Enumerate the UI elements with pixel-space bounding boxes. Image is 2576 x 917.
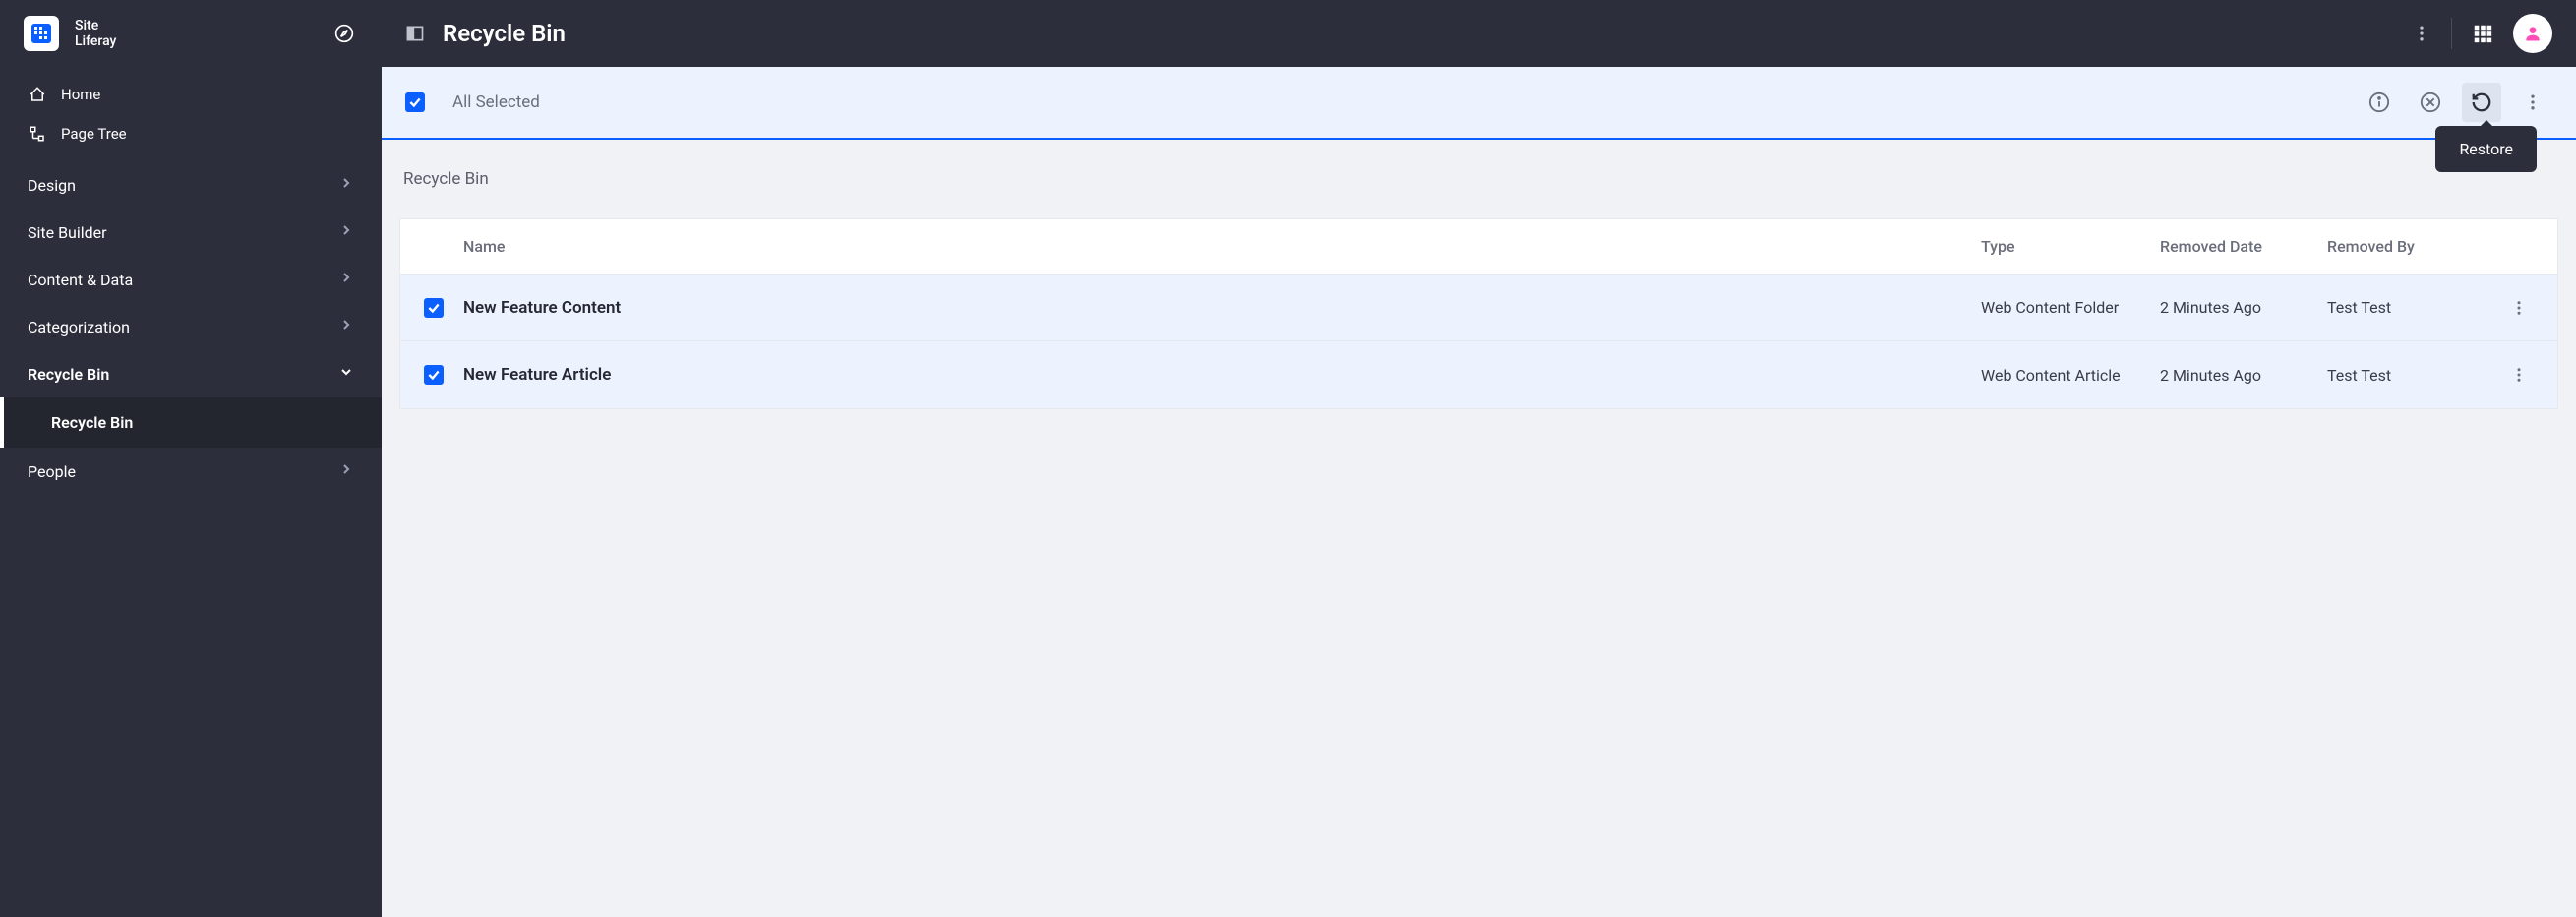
- restore-button[interactable]: [2462, 83, 2501, 122]
- page-title: Recycle Bin: [443, 20, 2394, 47]
- content: Recycle Bin Name Type Removed Date Remov…: [382, 140, 2576, 439]
- cell-by: Test Test: [2327, 366, 2504, 385]
- sidebar-item-label: Home: [61, 86, 100, 103]
- pagetree-icon: [28, 125, 47, 143]
- breadcrumb[interactable]: Recycle Bin: [403, 169, 2558, 189]
- th-by[interactable]: Removed By: [2327, 237, 2504, 256]
- chevron-right-icon: [338, 270, 354, 289]
- chevron-right-icon: [338, 175, 354, 195]
- table-row[interactable]: New Feature Article Web Content Article …: [400, 341, 2557, 408]
- sidebar-group-categorization[interactable]: Categorization: [0, 303, 382, 350]
- site-info: Site Liferay: [75, 18, 315, 49]
- main: Recycle Bin All Selected: [382, 0, 2576, 917]
- sidebar-item-pagetree[interactable]: Page Tree: [0, 114, 382, 153]
- divider: [2451, 18, 2452, 49]
- sidebar-group-label: Categorization: [28, 318, 130, 336]
- table-header: Name Type Removed Date Removed By: [400, 219, 2557, 275]
- row-actions[interactable]: [2504, 299, 2534, 317]
- sidebar-group-contentdata[interactable]: Content & Data: [0, 256, 382, 303]
- apps-grid-icon[interactable]: [2472, 23, 2493, 44]
- cell-by: Test Test: [2327, 298, 2504, 317]
- more-button[interactable]: [2513, 83, 2552, 122]
- sidebar-sub-recyclebin[interactable]: Recycle Bin: [0, 397, 382, 448]
- site-name: Liferay: [75, 33, 315, 49]
- sidebar-group-label: Site Builder: [28, 223, 107, 242]
- kebab-icon[interactable]: [2412, 24, 2431, 43]
- sidebar: Site Liferay Home Page Tree Desi: [0, 0, 382, 917]
- toolbar: All Selected Restore: [382, 67, 2576, 140]
- logo-icon: [24, 16, 59, 51]
- cell-date: 2 Minutes Ago: [2160, 298, 2327, 317]
- sidebar-item-home[interactable]: Home: [0, 75, 382, 114]
- site-label: Site: [75, 18, 315, 33]
- sidebar-group-sitebuilder[interactable]: Site Builder: [0, 209, 382, 256]
- chevron-down-icon: [338, 364, 354, 384]
- sidebar-item-label: Page Tree: [61, 125, 127, 143]
- th-type[interactable]: Type: [1981, 237, 2160, 256]
- row-actions[interactable]: [2504, 366, 2534, 384]
- row-checkbox[interactable]: [424, 298, 444, 318]
- chevron-right-icon: [338, 222, 354, 242]
- sidebar-sub-label: Recycle Bin: [51, 413, 133, 432]
- avatar[interactable]: [2513, 14, 2552, 53]
- chevron-right-icon: [338, 317, 354, 336]
- sidebar-group-label: Content & Data: [28, 271, 133, 289]
- row-checkbox[interactable]: [424, 365, 444, 385]
- sidebar-group-label: People: [28, 462, 76, 481]
- cell-type: Web Content Folder: [1981, 298, 2160, 317]
- th-name[interactable]: Name: [463, 237, 1981, 256]
- header: Recycle Bin: [382, 0, 2576, 67]
- cell-date: 2 Minutes Ago: [2160, 366, 2327, 385]
- th-date[interactable]: Removed Date: [2160, 237, 2327, 256]
- nav-top: Home Page Tree: [0, 67, 382, 161]
- compass-icon[interactable]: [330, 20, 358, 47]
- sidebar-group-design[interactable]: Design: [0, 161, 382, 209]
- select-all-checkbox[interactable]: [405, 92, 425, 112]
- sidebar-group-label: Design: [28, 176, 76, 195]
- cell-type: Web Content Article: [1981, 366, 2160, 385]
- table-row[interactable]: New Feature Content Web Content Folder 2…: [400, 275, 2557, 341]
- sidebar-group-recyclebin[interactable]: Recycle Bin: [0, 350, 382, 397]
- toolbar-label: All Selected: [452, 92, 2360, 112]
- sidebar-group-label: Recycle Bin: [28, 365, 109, 384]
- panel-icon[interactable]: [405, 24, 425, 43]
- chevron-right-icon: [338, 461, 354, 481]
- tooltip: Restore: [2435, 126, 2537, 172]
- cell-name[interactable]: New Feature Article: [463, 365, 1981, 385]
- delete-button[interactable]: [2411, 83, 2450, 122]
- home-icon: [28, 86, 47, 103]
- info-button[interactable]: [2360, 83, 2399, 122]
- sidebar-group-people[interactable]: People: [0, 448, 382, 495]
- cell-name[interactable]: New Feature Content: [463, 298, 1981, 318]
- table: Name Type Removed Date Removed By New Fe…: [399, 218, 2558, 409]
- sidebar-header: Site Liferay: [0, 0, 382, 67]
